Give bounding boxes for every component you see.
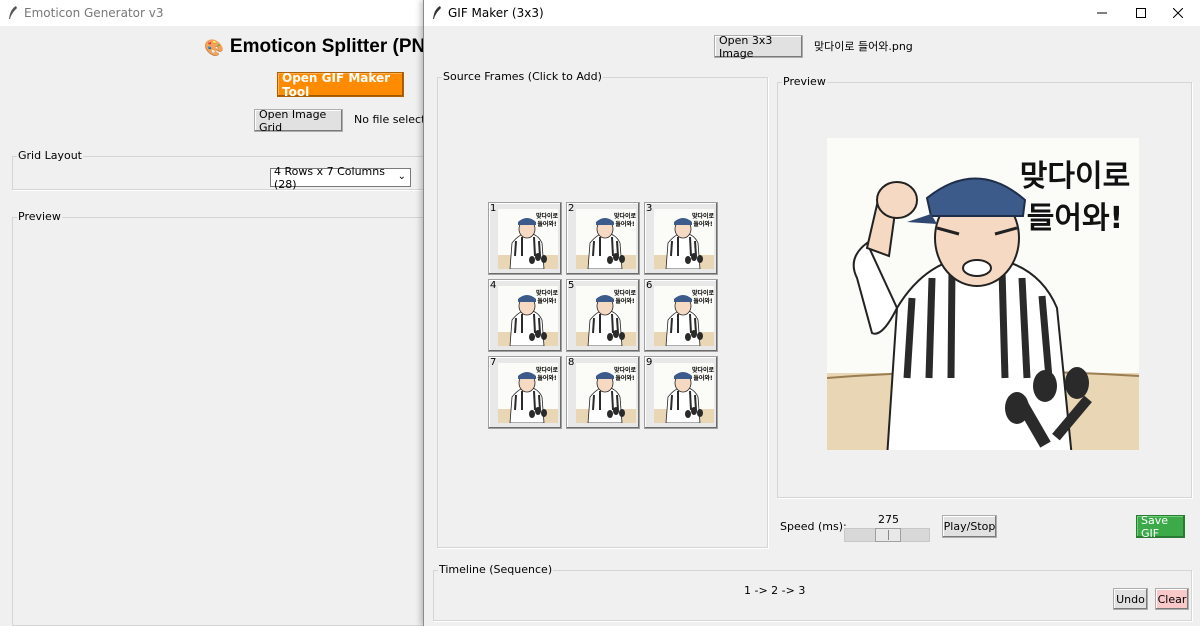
thumb-caption-line1: 맞다이로 (536, 366, 558, 374)
frame-thumbnail: 맞다이로 들어와! (654, 209, 714, 269)
frame-number: 3 (646, 203, 653, 214)
preview-caption-line2: 들어와! (1027, 201, 1123, 236)
grid-layout-label: Grid Layout (17, 149, 83, 162)
frame-thumbnail: 맞다이로 들어와! (498, 209, 558, 269)
frame-cell-8[interactable]: 8 맞다이로 들어와! (566, 356, 640, 429)
frame-number: 6 (646, 280, 653, 291)
frame-thumbnail: 맞다이로 들어와! (654, 286, 714, 346)
palette-icon: 🎨 (204, 37, 224, 57)
frame-cell-2[interactable]: 2 맞다이로 들어와! (566, 202, 640, 275)
close-button[interactable] (1155, 0, 1200, 26)
frame-cell-4[interactable]: 4 맞다이로 들어와! (488, 279, 562, 352)
source-frames-label: Source Frames (Click to Add) (442, 70, 603, 83)
thumb-caption-line2: 들어와! (615, 220, 634, 228)
timeline-label: Timeline (Sequence) (438, 563, 554, 576)
referee-illustration: 맞다이로 들어와! (827, 159, 1139, 450)
main-titlebar: Emoticon Generator v3 (0, 0, 424, 26)
close-icon (1173, 8, 1183, 18)
chevron-down-icon: ⌄ (397, 171, 406, 182)
frame-cell-7[interactable]: 7 맞다이로 들어와! (488, 356, 562, 429)
gif-titlebar: GIF Maker (3x3) (424, 0, 1200, 26)
frames-grid: 1 맞다이로 들어와! 2 맞다이로 들어와! 3 맞다이로 들어와! 4 맞다이로 들어와! 5 맞다이… (488, 202, 722, 433)
frame-number: 1 (490, 203, 497, 214)
gif-preview-label: Preview (782, 75, 827, 88)
save-gif-button[interactable]: Save GIF (1136, 514, 1185, 540)
maximize-icon (1136, 8, 1146, 18)
open-gif-maker-button[interactable]: Open GIF Maker Tool (277, 71, 404, 99)
thumb-caption-line2: 들어와! (537, 374, 556, 382)
loaded-file-name: 맞다이로 들어와.png (814, 40, 913, 53)
gif-maker-window: GIF Maker (3x3) Open 3x3 Image 맞다이로 들어와.… (423, 0, 1200, 626)
grid-layout-select[interactable]: 4 Rows x 7 Columns (28) ⌄ (270, 165, 411, 191)
frame-thumbnail: 맞다이로 들어와! (576, 209, 636, 269)
main-preview-group: Preview (12, 210, 432, 626)
grid-layout-group: Grid Layout 4 Rows x 7 Columns (28) ⌄ (12, 149, 432, 191)
speed-value: 275 (878, 513, 899, 526)
undo-button[interactable]: Undo (1113, 588, 1148, 610)
frame-cell-3[interactable]: 3 맞다이로 들어와! (644, 202, 718, 275)
frame-number: 4 (490, 280, 497, 291)
thumb-caption-line1: 맞다이로 (536, 212, 558, 220)
frame-cell-5[interactable]: 5 맞다이로 들어와! (566, 279, 640, 352)
source-frames-group: Source Frames (Click to Add) 1 맞다이로 들어와! 2 맞… (437, 70, 768, 548)
play-stop-button[interactable]: Play/Stop (942, 515, 997, 538)
thumb-caption-line2: 들어와! (693, 374, 712, 382)
frame-thumbnail: 맞다이로 들어와! (498, 286, 558, 346)
frame-number: 9 (646, 357, 653, 368)
frame-thumbnail: 맞다이로 들어와! (576, 286, 636, 346)
thumb-caption-line1: 맞다이로 (692, 289, 714, 297)
gif-preview-group: Preview 맞다이로 들어와! (777, 75, 1192, 498)
frame-thumbnail: 맞다이로 들어와! (654, 363, 714, 423)
gif-window-title: GIF Maker (3x3) (448, 6, 544, 20)
thumb-caption-line2: 들어와! (537, 220, 556, 228)
frame-cell-6[interactable]: 6 맞다이로 들어와! (644, 279, 718, 352)
speed-label: Speed (ms): (780, 520, 847, 533)
grid-layout-select-value: 4 Rows x 7 Columns (28) (274, 164, 385, 191)
thumb-caption-line2: 들어와! (537, 297, 556, 305)
timeline-group: Timeline (Sequence) 1 -> 2 -> 3 Undo Cle… (433, 563, 1192, 621)
thumb-caption-line2: 들어와! (615, 374, 634, 382)
speed-slider-thumb[interactable] (875, 528, 901, 542)
frame-thumbnail: 맞다이로 들어와! (576, 363, 636, 423)
open-image-grid-button[interactable]: Open Image Grid (254, 108, 343, 134)
frame-number: 7 (490, 357, 497, 368)
frame-number: 5 (568, 280, 575, 291)
main-heading: Emoticon Splitter (PNG (229, 36, 440, 57)
thumb-caption-line2: 들어와! (693, 220, 712, 228)
main-preview-label: Preview (17, 210, 62, 223)
thumb-caption-line1: 맞다이로 (692, 366, 714, 374)
thumb-caption-line2: 들어와! (615, 297, 634, 305)
thumb-caption-line1: 맞다이로 (692, 212, 714, 220)
speed-slider[interactable] (844, 528, 930, 542)
thumb-caption-line1: 맞다이로 (614, 212, 636, 220)
thumb-caption-line1: 맞다이로 (614, 289, 636, 297)
thumb-caption-line1: 맞다이로 (536, 289, 558, 297)
frame-number: 2 (568, 203, 575, 214)
clear-button[interactable]: Clear (1155, 588, 1189, 610)
feather-icon (433, 6, 441, 19)
feather-icon (9, 6, 17, 19)
main-window-title: Emoticon Generator v3 (24, 6, 164, 20)
open-3x3-image-button[interactable]: Open 3x3 Image (714, 34, 803, 60)
frame-cell-1[interactable]: 1 맞다이로 들어와! (488, 202, 562, 275)
preview-image: 맞다이로 들어와! (827, 138, 1139, 450)
main-heading-row: 🎨 Emoticon Splitter (PNG (204, 36, 440, 58)
thumb-caption-line1: 맞다이로 (614, 366, 636, 374)
frame-number: 8 (568, 357, 575, 368)
frame-cell-9[interactable]: 9 맞다이로 들어와! (644, 356, 718, 429)
minimize-icon (1097, 12, 1107, 14)
preview-caption-line1: 맞다이로 (1020, 159, 1130, 194)
timeline-sequence: 1 -> 2 -> 3 (744, 584, 806, 597)
frame-thumbnail: 맞다이로 들어와! (498, 363, 558, 423)
thumb-caption-line2: 들어와! (693, 297, 712, 305)
